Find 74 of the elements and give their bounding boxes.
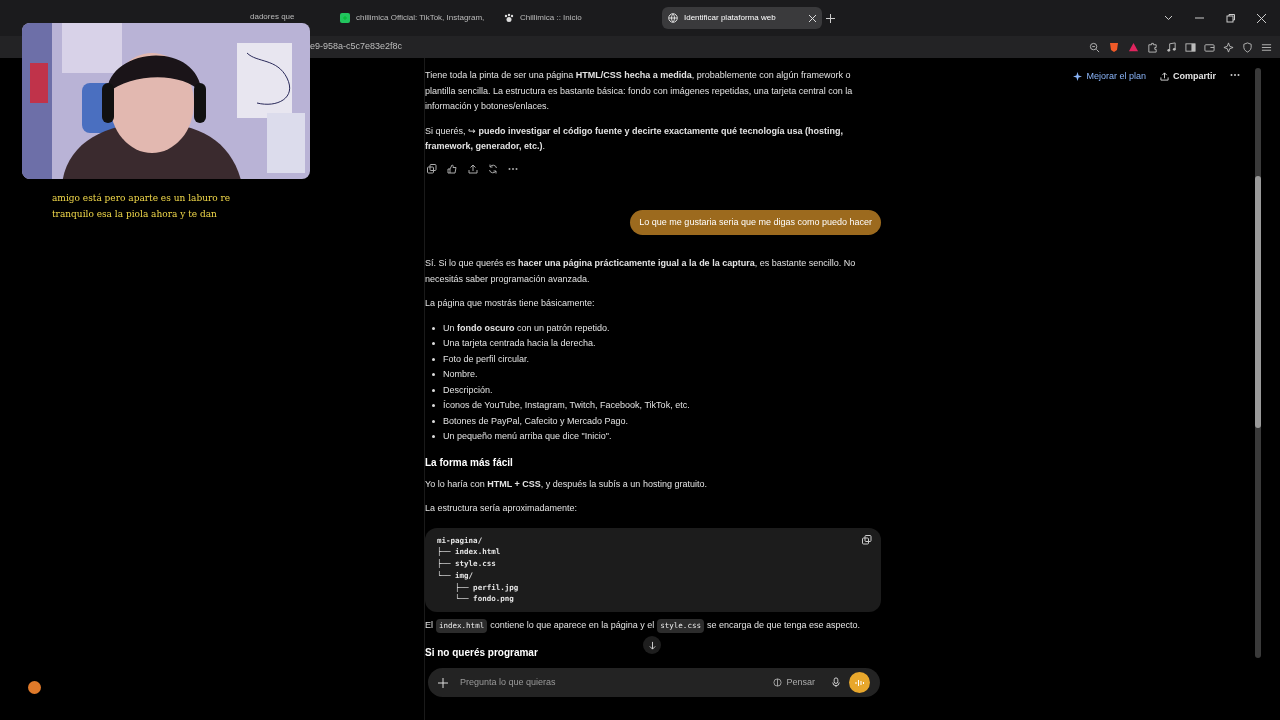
message-text: El — [425, 619, 433, 633]
message-paragraph: Sí. Si lo que querés es hacer una página prácticamente igual a la de la captura, es bastante sencillo. No necesitás saber programación avanzada. — [425, 257, 857, 286]
tab-list-icon[interactable] — [1164, 15, 1173, 21]
voice-button[interactable] — [849, 672, 870, 693]
regenerate-icon[interactable] — [488, 163, 498, 174]
puzzle-icon[interactable] — [1147, 41, 1158, 53]
message-paragraph: La estructura sería aproximadamente: — [425, 502, 579, 515]
bullet-icon — [432, 404, 435, 408]
globe-icon — [668, 13, 678, 23]
scroll-down-button[interactable] — [643, 636, 661, 654]
sparkle-icon — [1073, 72, 1083, 82]
bullet-icon — [432, 357, 435, 361]
list-item: Botones de PayPal, Cafecito y Mercado Pago. — [443, 414, 629, 428]
message-composer[interactable]: Pregunta lo que quieras Pensar — [428, 668, 880, 697]
message-paragraph: Yo lo haría con HTML + CSS, y después la subís a un hosting gratuito. — [425, 477, 708, 491]
round-badge-icon[interactable] — [28, 681, 41, 694]
upgrade-plan-button[interactable]: Mejorar el plan — [1073, 70, 1146, 84]
list-item: Nombre. — [443, 368, 478, 381]
triangle-icon[interactable] — [1128, 41, 1139, 53]
close-icon[interactable] — [1257, 13, 1266, 23]
copy-icon[interactable] — [427, 163, 437, 174]
copy-icon[interactable] — [862, 534, 872, 545]
menu-icon[interactable] — [1261, 41, 1272, 53]
user-message-bubble: Lo que me gustaria seria que me digas como puedo hacer — [630, 209, 881, 235]
shield-icon[interactable] — [1242, 41, 1253, 53]
paw-icon — [504, 13, 514, 23]
bullet-icon — [432, 326, 435, 330]
tab-title: Identificar plataforma web — [684, 12, 777, 24]
subtitle-line: tranquilo esa la piola ahora y te dan — [52, 208, 218, 221]
prompt-field[interactable]: Pregunta lo que quieras — [460, 675, 766, 690]
down-arrow-icon — [647, 640, 657, 650]
list-item: Un pequeño menú arriba que dice "Inicio". — [443, 430, 612, 443]
list-item: Una tarjeta centrada hacia la derecha. — [443, 337, 596, 350]
bullet-icon — [432, 388, 435, 392]
list-item: Íconos de YouTube, Instagram, Twitch, Facebook, TikTok, etc. — [443, 399, 690, 412]
message-paragraph: La página que mostrás tiene básicamente: — [425, 297, 596, 310]
wallet-icon[interactable] — [1204, 41, 1215, 53]
message-text: contiene lo que aparece en la página y el — [490, 619, 655, 633]
share-button[interactable]: Compartir — [1160, 70, 1216, 84]
plus-icon[interactable] — [438, 677, 448, 688]
message-paragraph: Si querés, ↪ puedo investigar el código fuente y decirte exactamente qué tecnología usa (hosting, framework, generador, etc.). — [425, 124, 845, 153]
bullet-icon — [432, 419, 435, 423]
message-paragraph: Tiene toda la pinta de ser una página HTML/CSS hecha a medida, probablemente con algún framework o plantilla sencilla. La estructura es bastante básica: fondo con imágenes repetidas, una tarjeta central con la información y botones/enlaces. — [425, 69, 854, 113]
subtitle-line: amigo está pero aparte es un laburo re — [52, 192, 232, 205]
list-item: Foto de perfil circular. — [443, 352, 530, 366]
list-item: Un fondo oscuro con un patrón repetido. — [443, 321, 610, 335]
tab-favicon-icon — [340, 13, 350, 23]
message-text: se encarga de que tenga ese aspecto. — [706, 619, 861, 633]
share-icon[interactable] — [468, 163, 478, 174]
browser-tab[interactable]: chillimica Official: TikTok, Instagram, — [334, 7, 494, 29]
share-icon — [1160, 72, 1169, 82]
bullet-icon — [432, 435, 435, 439]
close-icon[interactable] — [809, 14, 816, 22]
tab-title: Chillimica :: Inicio — [520, 12, 583, 24]
new-tab-icon[interactable] — [826, 13, 835, 23]
microphone-icon[interactable] — [831, 677, 841, 688]
tab-title: chillimica Official: TikTok, Instagram, — [356, 12, 486, 24]
list-item: Descripción. — [443, 383, 493, 397]
thumbs-icon[interactable] — [447, 163, 458, 174]
zoom-icon[interactable] — [1089, 41, 1100, 53]
restore-icon[interactable] — [1226, 13, 1235, 23]
browser-tab[interactable]: Identificar plataforma web — [662, 7, 822, 29]
sidebar-icon[interactable] — [1185, 41, 1196, 53]
bullet-icon — [432, 373, 435, 377]
bullet-icon — [432, 342, 435, 346]
waveform-icon — [854, 678, 865, 687]
browser-tab[interactable]: Chillimica :: Inicio — [498, 7, 658, 29]
message-heading: Si no querés programar — [425, 645, 538, 660]
browser-tab[interactable]: dadores que — [250, 12, 330, 22]
sparkle-icon[interactable] — [1223, 41, 1234, 53]
music-icon[interactable] — [1166, 41, 1177, 53]
scrollbar-thumb[interactable] — [1255, 176, 1261, 428]
think-button[interactable]: Pensar — [773, 675, 815, 690]
message-heading: La forma más fácil — [425, 455, 513, 470]
